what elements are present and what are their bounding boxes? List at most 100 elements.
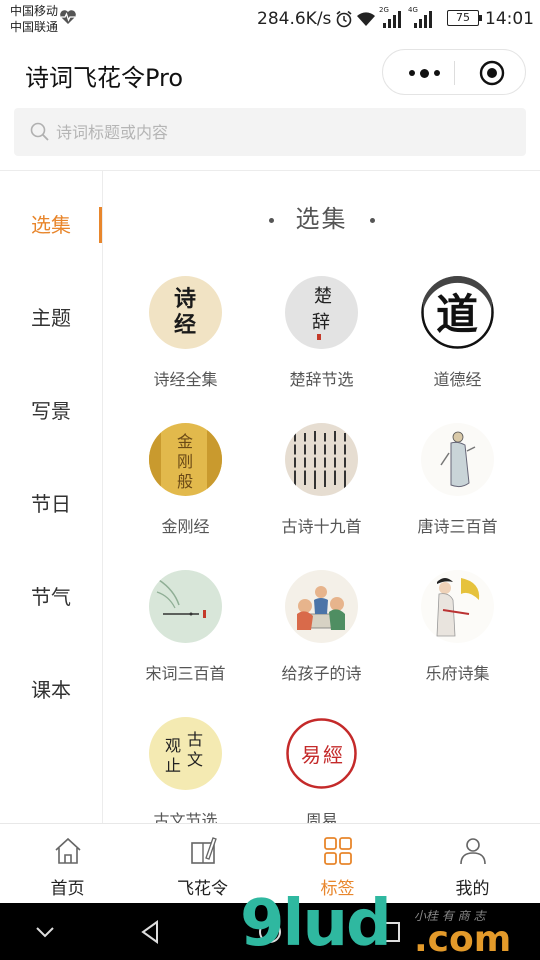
person-icon <box>460 838 486 865</box>
sidebar-item-label: 选集 <box>31 212 71 237</box>
heart-rate-icon <box>60 10 76 24</box>
sidebar-item-label: 写景 <box>31 398 71 423</box>
site-watermark: 9lud 小桂 有 商 志 .com <box>240 887 540 960</box>
svg-text:诗: 诗 <box>174 286 196 312</box>
jingang-scroll-icon: 金 刚 般 <box>149 423 222 496</box>
watermark-main: 9lud <box>240 887 392 960</box>
collection-item[interactable]: 诗 经 诗经全集 <box>117 276 254 406</box>
tab-home[interactable]: 首页 <box>0 824 135 904</box>
target-close-icon <box>479 60 505 86</box>
lady-painting-icon <box>421 570 494 643</box>
collection-item[interactable]: 金 刚 般 金刚经 <box>117 423 254 553</box>
back-icon[interactable] <box>135 917 165 947</box>
collection-item[interactable]: 易 經 周易 <box>253 717 390 823</box>
collection-item[interactable]: 乐府诗集 <box>389 570 526 700</box>
svg-text:文: 文 <box>187 750 203 769</box>
sidebar-item-label: 节气 <box>31 584 71 609</box>
sidebar-item-xiejing[interactable]: 写景 <box>0 379 102 439</box>
svg-text:止: 止 <box>165 756 181 775</box>
app-header: 诗词飞花令Pro <box>0 38 540 106</box>
svg-text:经: 经 <box>174 312 196 338</box>
collection-item[interactable]: 楚 辞 楚辞节选 <box>253 276 390 406</box>
collection-label: 周易 <box>305 811 338 823</box>
collection-item[interactable]: 宋词三百首 <box>117 570 254 700</box>
collection-item[interactable]: 古诗十九首 <box>253 423 390 553</box>
collection-label: 乐府诗集 <box>425 664 490 683</box>
status-icons: 2G 4G <box>335 6 432 29</box>
wifi-icon <box>357 12 375 26</box>
collection-label: 宋词三百首 <box>145 664 226 683</box>
more-dot-icon <box>419 68 429 78</box>
svg-text:古: 古 <box>187 730 203 749</box>
search-input[interactable] <box>56 108 496 156</box>
sidebar-item-zhuti[interactable]: 主题 <box>0 286 102 346</box>
svg-text:辞: 辞 <box>312 312 330 333</box>
collection-item[interactable]: 给孩子的诗 <box>253 570 390 700</box>
collection-label: 古文节选 <box>153 811 218 823</box>
sidebar-item-xuanji[interactable]: 选集 <box>0 193 102 253</box>
bamboo-painting-icon <box>149 570 222 643</box>
more-button[interactable] <box>395 50 453 96</box>
tab-label: 首页 <box>50 879 85 899</box>
title-bullet-icon <box>369 217 375 223</box>
collection-label: 金刚经 <box>161 517 210 536</box>
svg-text:楚: 楚 <box>314 286 332 307</box>
battery-indicator: 75 <box>447 10 482 26</box>
title-bullet-icon <box>268 217 274 223</box>
watermark-suffix: .com <box>414 919 512 960</box>
collection-label: 古诗十九首 <box>281 517 362 536</box>
collection-label: 诗经全集 <box>153 370 218 389</box>
sidebar-item-jieri[interactable]: 节日 <box>0 472 102 532</box>
carrier-1: 中国移动 <box>10 4 59 18</box>
guwen-seal-icon: 观 古 止 文 <box>149 717 222 790</box>
children-painting-icon <box>285 570 358 643</box>
carrier-2: 中国联通 <box>10 20 59 34</box>
collection-item[interactable]: 观 古 止 文 古文节选 <box>117 717 254 823</box>
chuci-calligraphy-icon: 楚 辞 <box>285 276 358 349</box>
status-bar: 中国移动 中国联通 284.6K/s 2G 4G 75 14:01 <box>0 0 540 38</box>
collection-label: 楚辞节选 <box>289 370 354 389</box>
alarm-icon <box>336 10 352 28</box>
sidebar-active-indicator <box>99 207 102 243</box>
shijing-calligraphy-icon: 诗 经 <box>149 276 222 349</box>
chevron-down-icon[interactable] <box>30 917 60 947</box>
grid-icon <box>324 837 352 865</box>
dao-calligraphy-icon: 道 <box>421 276 494 349</box>
signal-2g: 2G <box>379 6 401 29</box>
signal-bars-icon <box>414 11 432 28</box>
svg-text:易: 易 <box>301 743 321 767</box>
sidebar-item-label: 节日 <box>31 491 71 516</box>
sidebar-item-label: 主题 <box>31 305 71 330</box>
collection-label: 给孩子的诗 <box>281 664 362 683</box>
svg-text:經: 經 <box>323 743 343 767</box>
book-pen-icon <box>191 837 217 864</box>
collection-panel: 选集 诗 经 诗经全集 楚 辞 楚辞节选 道 道德经 金 刚 般 金刚经 古诗十… <box>103 171 540 823</box>
category-sidebar: 选集 主题 写景 节日 节气 课本 <box>0 171 103 823</box>
home-icon <box>55 837 81 864</box>
page-title: 诗词飞花令Pro <box>25 64 184 92</box>
more-dot-icon <box>433 70 440 76</box>
close-button[interactable] <box>469 50 515 96</box>
signal-4g: 4G <box>408 6 432 29</box>
svg-text:金: 金 <box>177 432 193 451</box>
collection-label: 唐诗三百首 <box>417 517 498 536</box>
collection-item[interactable]: 唐诗三百首 <box>389 423 526 553</box>
svg-text:观: 观 <box>165 736 181 755</box>
collection-label: 道德经 <box>433 370 482 389</box>
collection-item[interactable]: 道 道德经 <box>389 276 526 406</box>
search-icon <box>30 122 49 141</box>
section-title-text: 选集 <box>295 205 348 233</box>
sidebar-item-jieqi[interactable]: 节气 <box>0 565 102 625</box>
tang-poet-figure-icon <box>421 423 494 496</box>
svg-text:般: 般 <box>177 472 193 491</box>
sidebar-item-keben[interactable]: 课本 <box>0 658 102 718</box>
svg-text:道: 道 <box>436 290 478 339</box>
search-bar[interactable] <box>14 108 526 156</box>
clock: 14:01 <box>485 9 534 29</box>
gushi-manuscript-icon <box>285 423 358 496</box>
network-speed: 284.6K/s <box>257 9 332 29</box>
more-dot-icon <box>408 70 415 76</box>
yijing-seal-icon: 易 經 <box>285 717 358 790</box>
capsule-divider <box>454 61 455 85</box>
svg-text:刚: 刚 <box>177 452 193 471</box>
